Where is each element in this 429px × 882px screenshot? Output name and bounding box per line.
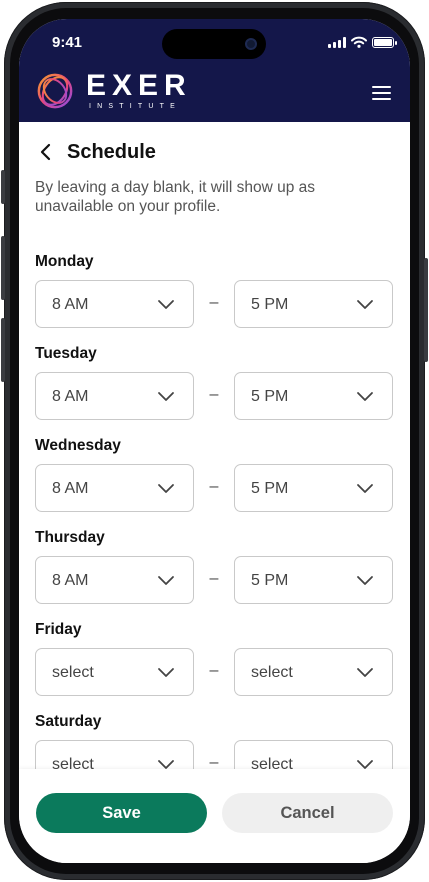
brand-subtitle: INSTITUTE <box>89 103 181 110</box>
end-time-value: 5 PM <box>251 480 289 497</box>
camera-icon <box>245 38 257 50</box>
end-time-value: 5 PM <box>251 296 289 313</box>
end-time-value: select <box>251 756 293 769</box>
chevron-down-icon <box>158 484 174 493</box>
end-time-select[interactable]: select <box>234 648 393 696</box>
intro-text: By leaving a day blank, it will show up … <box>35 179 316 215</box>
phone-screen: 9:41 EXER INSTITUTE Schedule By leaving … <box>19 19 410 863</box>
range-separator: – <box>209 754 219 769</box>
end-time-value: select <box>251 664 293 681</box>
day-tuesday: Tuesday 8 AM – 5 PM <box>35 344 395 420</box>
chevron-down-icon <box>357 484 373 493</box>
time-range-row: 8 AM – 5 PM <box>35 372 395 420</box>
hamburger-menu-icon[interactable] <box>372 86 391 100</box>
battery-icon <box>372 36 397 48</box>
volume-down-button <box>1 318 5 382</box>
chevron-down-icon <box>357 576 373 585</box>
time-range-row: select – select <box>35 740 395 769</box>
chevron-left-icon[interactable] <box>36 140 56 164</box>
end-time-select[interactable]: 5 PM <box>234 372 393 420</box>
wifi-icon <box>351 36 367 48</box>
chevron-down-icon <box>357 668 373 677</box>
day-wednesday: Wednesday 8 AM – 5 PM <box>35 436 395 512</box>
exer-logo-icon <box>37 73 73 109</box>
range-separator: – <box>209 294 219 311</box>
dynamic-island <box>162 29 266 59</box>
time-range-row: 8 AM – 5 PM <box>35 556 395 604</box>
chevron-down-icon <box>357 760 373 769</box>
power-button <box>424 258 428 362</box>
day-label: Monday <box>35 253 94 270</box>
range-separator: – <box>209 662 219 679</box>
start-time-value: 8 AM <box>52 388 89 405</box>
signal-icon <box>328 36 346 48</box>
range-separator: – <box>209 478 219 495</box>
day-label: Wednesday <box>35 437 121 454</box>
chevron-down-icon <box>158 760 174 769</box>
end-time-value: 5 PM <box>251 388 289 405</box>
day-label: Thursday <box>35 529 105 546</box>
cancel-button[interactable]: Cancel <box>222 793 393 833</box>
start-time-select[interactable]: select <box>35 740 194 769</box>
start-time-value: select <box>52 756 94 769</box>
end-time-value: 5 PM <box>251 572 289 589</box>
time-range-row: select – select <box>35 648 395 696</box>
start-time-value: 8 AM <box>52 572 89 589</box>
start-time-value: select <box>52 664 94 681</box>
chevron-down-icon <box>158 668 174 677</box>
start-time-value: 8 AM <box>52 480 89 497</box>
brand-name: EXER <box>86 69 192 102</box>
start-time-select[interactable]: 8 AM <box>35 556 194 604</box>
day-label: Saturday <box>35 713 102 730</box>
start-time-select[interactable]: 8 AM <box>35 280 194 328</box>
day-saturday: Saturday select – select <box>35 712 395 769</box>
save-button[interactable]: Save <box>36 793 207 833</box>
time-range-row: 8 AM – 5 PM <box>35 280 395 328</box>
chevron-down-icon <box>158 300 174 309</box>
day-friday: Friday select – select <box>35 620 395 696</box>
range-separator: – <box>209 386 219 403</box>
chevron-down-icon <box>158 576 174 585</box>
day-monday: Monday 8 AM – 5 PM <box>35 252 395 328</box>
schedule-content: Schedule By leaving a day blank, it will… <box>19 122 410 769</box>
start-time-select[interactable]: 8 AM <box>35 372 194 420</box>
day-label: Tuesday <box>35 345 97 362</box>
end-time-select[interactable]: select <box>234 740 393 769</box>
end-time-select[interactable]: 5 PM <box>234 556 393 604</box>
chevron-down-icon <box>357 300 373 309</box>
status-time: 9:41 <box>52 34 83 51</box>
start-time-select[interactable]: 8 AM <box>35 464 194 512</box>
time-range-row: 8 AM – 5 PM <box>35 464 395 512</box>
end-time-select[interactable]: 5 PM <box>234 464 393 512</box>
chevron-down-icon <box>357 392 373 401</box>
range-separator: – <box>209 570 219 587</box>
status-icons <box>328 36 397 48</box>
day-thursday: Thursday 8 AM – 5 PM <box>35 528 395 604</box>
page-title: Schedule <box>67 141 156 163</box>
chevron-down-icon <box>158 392 174 401</box>
start-time-select[interactable]: select <box>35 648 194 696</box>
start-time-value: 8 AM <box>52 296 89 313</box>
silent-switch <box>1 170 5 204</box>
volume-up-button <box>1 236 5 300</box>
app-header: 9:41 EXER INSTITUTE <box>19 19 410 122</box>
end-time-select[interactable]: 5 PM <box>234 280 393 328</box>
day-label: Friday <box>35 621 82 638</box>
footer-bar: Save Cancel <box>19 769 410 863</box>
